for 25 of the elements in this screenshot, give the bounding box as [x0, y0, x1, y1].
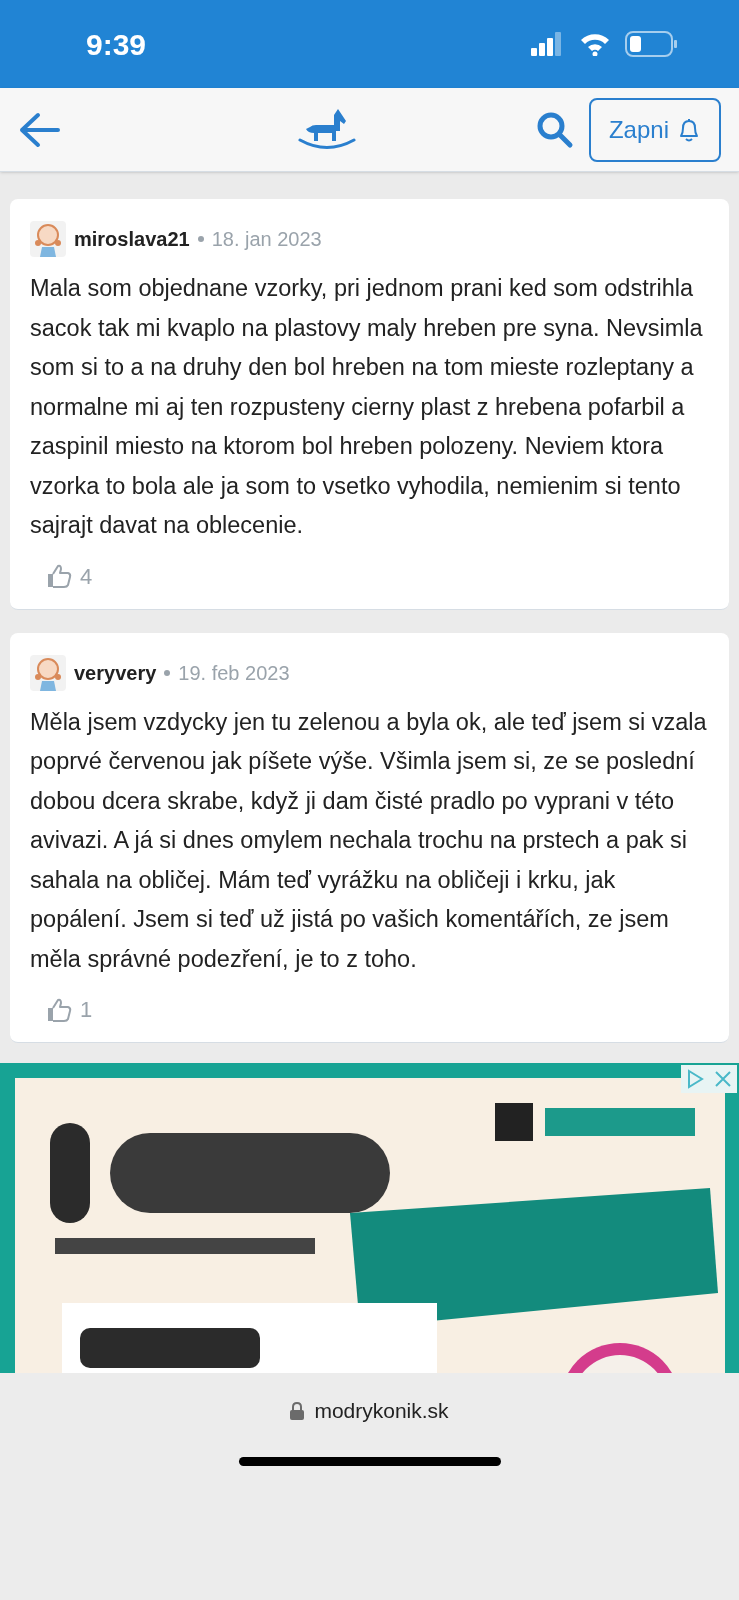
- comment-text: Mala som objednane vzorky, pri jednom prani ked som odstrihla sacok tak mi kvaplo na plastovy maly hreben pre syna. Nevsimla som si to a na druhy den bol hreben na tom mieste rozleptany a normalne mi aj ten rozpusteny cierny plast z hrebena pofarbil a zaspinil miesto na ktorom bol hreben polozeny. Neviem ktora vzorka to bola ale ja som to vsetko vyhodila, nemienim si tento sajrajt davat na oblecenie.: [30, 274, 704, 540]
- battery-icon: [625, 31, 677, 57]
- url-text[interactable]: modrykonik.sk: [314, 1395, 449, 1427]
- back-arrow-icon[interactable]: [18, 111, 60, 148]
- bell-icon: [677, 116, 701, 143]
- thumbs-up-icon[interactable]: [46, 563, 72, 589]
- avatar-icon: [30, 654, 66, 691]
- username[interactable]: veryvery: [74, 657, 157, 688]
- comment-date: 18. jan 2023: [211, 227, 322, 252]
- separator-dot: [197, 236, 204, 242]
- like-count: 4: [80, 562, 93, 591]
- username[interactable]: miroslava21: [74, 224, 190, 254]
- thumbs-up-icon[interactable]: [46, 996, 72, 1023]
- separator-dot: [164, 669, 171, 676]
- lock-icon: [290, 1401, 305, 1420]
- close-icon[interactable]: [709, 1065, 737, 1093]
- comment-text: Měla jsem vzdycky jen tu zelenou a byla ok, ale teď jsem si vzala poprvé červenou jak píšete výše. Všimla jsem si, ze se poslední dobou dcera skrabe, když ji dam čisté pradlo po vyprani v této avivazi. A já si dnes omylem nechala trochu na prstech a pak si sahala na obličej. Mám teď vyrážku na obličeji i krku, jak popálení. Jsem si teď už jistá po vašich komentářích, ze jsem měla správné podezření, je to z toho.: [30, 707, 708, 974]
- clock: 9:39: [86, 26, 147, 63]
- wifi-icon: [579, 32, 611, 56]
- comment-date: 19. feb 2023: [178, 660, 290, 686]
- subscribe-button[interactable]: Zapni: [588, 97, 721, 162]
- avatar-icon: [30, 221, 66, 257]
- like-count: 1: [80, 996, 93, 1024]
- signal-icon: [531, 32, 563, 56]
- ad-info-icon[interactable]: [681, 1065, 709, 1093]
